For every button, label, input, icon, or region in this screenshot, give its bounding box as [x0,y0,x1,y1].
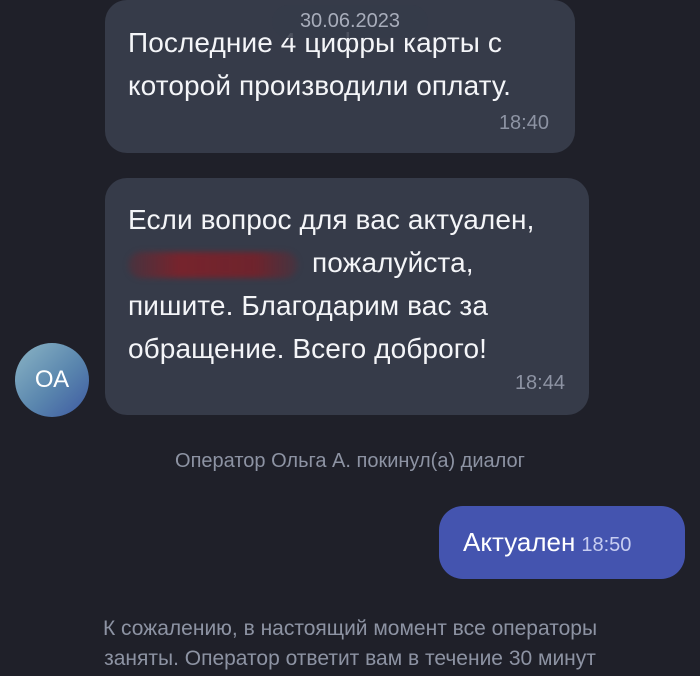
redacted-text-blur [128,251,298,278]
message-timestamp: 18:50 [581,534,632,556]
date-divider: 30.06.2023 [272,5,428,38]
operator-avatar[interactable]: ОА [15,343,89,417]
incoming-message-bubble[interactable]: Если вопрос для вас актуален, пожалуйста… [105,178,589,415]
message-line: пишите. Благодарим вас за [128,290,489,321]
message-line-with-redaction: пожалуйста, [128,241,589,284]
outgoing-message-bubble[interactable]: Актуален 18:50 [439,506,685,579]
message-timestamp: 18:40 [498,112,549,134]
message-text: Актуален [463,527,576,557]
message-line: обращение. Всего доброго! [128,333,488,364]
system-note-operator-left: Оператор Ольга А. покинул(а) диалог [175,450,525,472]
message-text: Если вопрос для вас актуален, пожалуйста… [128,198,589,370]
system-note-operators-busy: К сожалению, в настоящий момент все опер… [0,614,700,674]
message-timestamp: 18:44 [514,372,565,394]
message-line: Если вопрос для вас актуален, [128,204,535,235]
message-line-fragment: пожалуйста, [312,247,474,278]
system-note-line: заняты. Оператор ответит вам в течение 3… [104,647,596,670]
system-note-line: К сожалению, в настоящий момент все опер… [102,617,598,640]
message-line: которой производили оплату. [128,70,512,101]
